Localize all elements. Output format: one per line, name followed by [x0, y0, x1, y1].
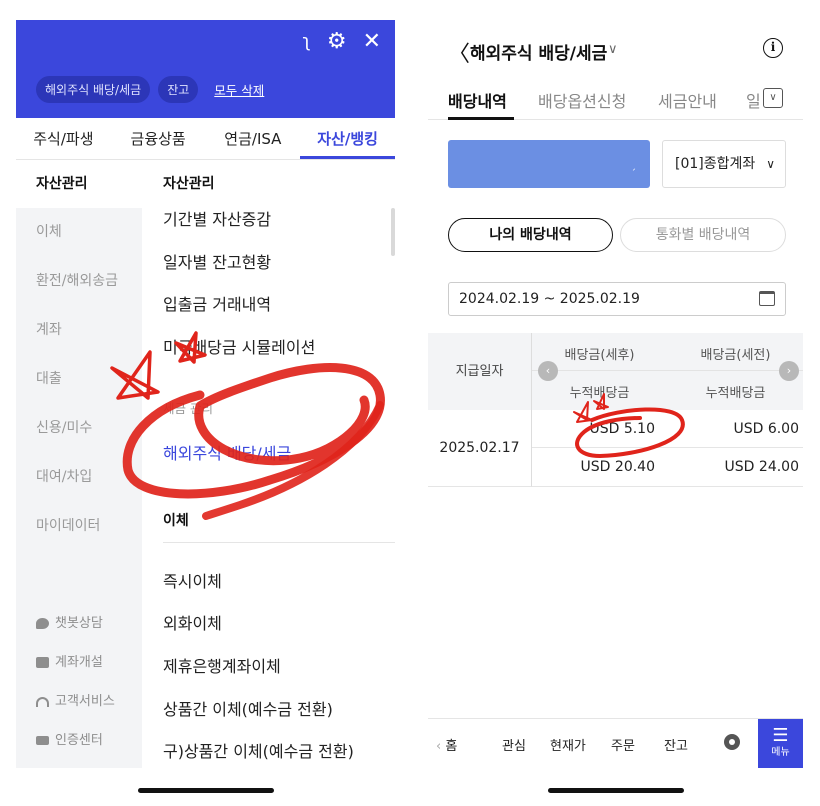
- header-row: 누적배당금 누적배당금: [532, 371, 803, 410]
- tab-pension-isa[interactable]: 연금/ISA: [206, 118, 301, 159]
- tab-dividend-option[interactable]: 배당옵션신청: [538, 88, 626, 112]
- sidebar-item-transfer[interactable]: 이체: [16, 208, 142, 257]
- recent-chips: 해외주식 배당/세금 잔고 모두 삭제: [36, 76, 264, 103]
- info-icon[interactable]: i: [763, 38, 783, 58]
- menu-item[interactable]: 상품간 이체(예수금 전환): [163, 696, 333, 720]
- home-indicator: [138, 788, 274, 793]
- bottom-nav-home[interactable]: ‹ 홈: [436, 735, 457, 754]
- menu-button[interactable]: ☰ 메뉴: [758, 719, 803, 768]
- menu-item-active[interactable]: 해외주식 배당/세금: [163, 440, 291, 464]
- table-cell: USD 6.00: [733, 421, 799, 437]
- menu-sidebar: 자산관리 이체 환전/해외송금 계좌 대출 신용/미수 대여/차입 마이데이터 …: [16, 160, 142, 768]
- table-cell: USD 20.40: [580, 459, 655, 475]
- tab-stocks[interactable]: 주식/파생: [16, 118, 111, 159]
- gear-icon[interactable]: [724, 734, 740, 750]
- column-header-before-tax: 배당금(세전): [700, 348, 771, 363]
- tab-tax-guide[interactable]: 세금안내: [658, 88, 717, 112]
- header-icons: ʅ ⚙ ✕: [303, 30, 381, 54]
- account-type-select[interactable]: [01]종합계좌 ∨: [662, 140, 786, 188]
- tab-asset-banking[interactable]: 자산/뱅킹: [300, 118, 395, 159]
- scroll-right-icon[interactable]: ›: [779, 361, 799, 381]
- chevron-down-icon[interactable]: ∨: [608, 42, 618, 57]
- sidebar-item-lending[interactable]: 대여/차입: [16, 453, 142, 502]
- segment-by-currency[interactable]: 통화별 배당내역: [620, 218, 786, 252]
- left-screen: ʅ ⚙ ✕ 해외주식 배당/세금 잔고 모두 삭제 주식/파생 금융상품 연금/…: [16, 20, 395, 768]
- sidebar-bottom-links: 챗봇상담 계좌개설 고객서비스 인증센터: [36, 604, 115, 760]
- open-account-link[interactable]: 계좌개설: [36, 643, 115, 682]
- bottom-nav-watchlist[interactable]: 관심: [502, 735, 526, 754]
- menu-item[interactable]: 제휴은행계좌이체: [163, 653, 281, 677]
- chevron-down-icon: ∨: [766, 157, 775, 171]
- delete-all-link[interactable]: 모두 삭제: [214, 80, 264, 99]
- calendar-icon[interactable]: [759, 291, 775, 306]
- chat-icon: [36, 618, 49, 629]
- bottom-nav-balance[interactable]: 잔고: [664, 735, 688, 754]
- column-header-cumulative: 누적배당금: [569, 386, 630, 401]
- chatbot-link[interactable]: 챗봇상담: [36, 604, 115, 643]
- header-row: 배당금(세후) 배당금(세전): [532, 333, 803, 371]
- column-header-date: 지급일자: [428, 333, 532, 410]
- back-icon[interactable]: 〈: [448, 36, 470, 68]
- menu-header: ʅ ⚙ ✕ 해외주식 배당/세금 잔고 모두 삭제: [16, 20, 395, 118]
- home-indicator: [548, 788, 684, 793]
- tab-dividend-history[interactable]: 배당내역: [448, 88, 507, 112]
- segment-my-dividends[interactable]: 나의 배당내역: [448, 218, 613, 252]
- sidebar-item-exchange[interactable]: 환전/해외송금: [16, 257, 142, 306]
- account-number-masked[interactable]: ˏ: [448, 140, 650, 188]
- tab-more[interactable]: 일: [746, 88, 761, 112]
- close-icon[interactable]: ✕: [363, 30, 381, 54]
- gear-icon[interactable]: ⚙: [327, 30, 347, 54]
- divider: [163, 542, 395, 543]
- hook-icon[interactable]: ʅ: [303, 30, 311, 54]
- menu-item[interactable]: 입출금 거래내역: [163, 291, 271, 315]
- menu-item[interactable]: 즉시이체: [163, 568, 222, 592]
- bottom-nav: ‹ 홈 관심 현재가 주문 잔고 ☰ 메뉴: [428, 718, 803, 768]
- active-tab-indicator: [448, 117, 514, 120]
- section-title: 이체: [163, 513, 189, 529]
- table-cell: USD 5.10: [589, 421, 655, 437]
- menu-item[interactable]: 기간별 자산증감: [163, 206, 271, 230]
- table-row: USD 20.40 USD 24.00: [532, 448, 803, 487]
- menu-item[interactable]: 외화이체: [163, 610, 222, 634]
- table-cell-date: 2025.02.17: [428, 410, 532, 487]
- customer-service-link[interactable]: 고객서비스: [36, 682, 115, 721]
- recent-chip[interactable]: 해외주식 배당/세금: [36, 76, 151, 103]
- column-header-cumulative: 누적배당금: [705, 386, 766, 401]
- category-tabs: 주식/파생 금융상품 연금/ISA 자산/뱅킹: [16, 118, 395, 160]
- recent-chip[interactable]: 잔고: [158, 76, 199, 103]
- laptop-icon: [36, 657, 49, 668]
- page-tabs: 배당내역 배당옵션신청 세금안내 일: [428, 80, 803, 120]
- bottom-nav-quote[interactable]: 현재가: [550, 735, 586, 754]
- scroll-left-icon[interactable]: ‹: [538, 361, 558, 381]
- column-header-after-tax: 배당금(세후): [564, 348, 635, 363]
- scrollbar[interactable]: [391, 208, 395, 256]
- date-range-picker[interactable]: 2024.02.19 ~ 2025.02.19: [448, 282, 786, 316]
- bottom-nav-order[interactable]: 주문: [611, 735, 635, 754]
- sidebar-item-account[interactable]: 계좌: [16, 306, 142, 355]
- right-screen: 〈 해외주식 배당/세금 ∨ i 배당내역 배당옵션신청 세금안내 일 ∨ ˏ …: [428, 20, 803, 768]
- table-row: USD 5.10 USD 6.00: [532, 410, 803, 448]
- certificate-center-link[interactable]: 인증센터: [36, 721, 115, 760]
- sidebar-item-credit[interactable]: 신용/미수: [16, 404, 142, 453]
- menu-item[interactable]: 일자별 잔고현황: [163, 249, 271, 273]
- menu-content: 자산관리 기간별 자산증감 일자별 잔고현황 입출금 거래내역 미국배당금 시뮬…: [142, 160, 395, 768]
- section-title: 자산관리: [163, 176, 215, 192]
- lock-icon: [36, 736, 49, 745]
- top-bar: 〈 해외주식 배당/세금 ∨ i: [428, 20, 803, 80]
- menu-item[interactable]: 구)상품간 이체(예수금 전환): [163, 738, 354, 762]
- sidebar-item-loan[interactable]: 대출: [16, 355, 142, 404]
- page-title[interactable]: 해외주식 배당/세금: [470, 39, 607, 64]
- sidebar-item-mydata[interactable]: 마이데이터: [16, 502, 142, 551]
- chevron-down-icon[interactable]: ∨: [763, 88, 783, 108]
- sub-header: 세금 관리: [163, 401, 213, 416]
- menu-item[interactable]: 미국배당금 시뮬레이션: [163, 334, 315, 358]
- headset-icon: [36, 696, 49, 707]
- sidebar-item-asset-management[interactable]: 자산관리: [16, 160, 142, 208]
- tab-financial-products[interactable]: 금융상품: [111, 118, 206, 159]
- table-cell: USD 24.00: [724, 459, 799, 475]
- hamburger-icon: ☰: [772, 725, 789, 746]
